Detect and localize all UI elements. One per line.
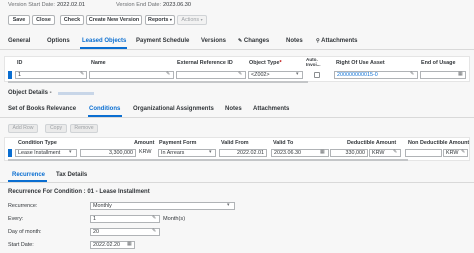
col-right-of-use-asset: Right Of Use Asset	[336, 60, 385, 66]
payment-form-input[interactable]: In Arrears	[158, 149, 216, 157]
recurrence-section-title: Recurrence For Condition : 01 - Lease In…	[8, 189, 150, 195]
tab-changes[interactable]: ✎ Changes	[238, 38, 269, 44]
tab-set-of-books[interactable]: Set of Books Relevance	[8, 106, 76, 112]
dropdown-icon[interactable]: ▾	[69, 149, 72, 155]
tab-tax-details[interactable]: Tax Details	[56, 172, 87, 178]
version-end-label: Version End Date:	[116, 2, 162, 8]
sub-tabs-divider	[0, 117, 474, 118]
auto-invoice-checkbox[interactable]	[314, 72, 320, 78]
recurrence-select[interactable]: Monthly	[90, 202, 235, 210]
non-deductible-amount-input[interactable]	[405, 149, 442, 157]
close-button[interactable]: Close	[32, 15, 55, 25]
horizontal-scrollbar[interactable]	[8, 81, 308, 83]
save-button[interactable]: Save	[8, 15, 30, 25]
amount-currency: KRW	[139, 149, 152, 155]
col-valid-to: Valid To	[273, 140, 294, 146]
dropdown-icon[interactable]: ▾	[296, 71, 299, 77]
tab-attachments[interactable]: ⚲ Attachments	[316, 38, 357, 44]
col-amount: Amount	[134, 140, 155, 146]
row-selector[interactable]	[8, 149, 12, 157]
external-ref-input[interactable]	[176, 71, 246, 79]
value-help-icon[interactable]: ✎	[393, 149, 397, 155]
chevron-down-icon: ▾	[200, 17, 203, 22]
valid-from-input[interactable]: 2022.02.01	[219, 149, 267, 157]
tab-conditions[interactable]: Conditions	[89, 106, 120, 112]
tab-changes-label: Changes	[243, 38, 270, 44]
active-subtab-indicator	[88, 115, 122, 117]
tab-organizational-assignments[interactable]: Organizational Assignments	[133, 106, 214, 112]
tab-leased-objects[interactable]: Leased Objects	[82, 38, 126, 44]
calendar-icon[interactable]: ▦	[127, 241, 132, 247]
value-help-icon[interactable]: ✎	[166, 71, 170, 77]
calendar-icon[interactable]: ▦	[320, 149, 325, 155]
col-end-of-usage: End of Usage	[421, 60, 456, 66]
col-auto-invoice: Auto. Invoi...	[306, 57, 321, 67]
right-of-use-asset-input[interactable]: 200000000015-0	[334, 71, 418, 79]
every-input[interactable]: 1	[90, 215, 160, 223]
value-help-icon[interactable]: ✎	[152, 228, 156, 234]
every-label: Every:	[8, 216, 24, 222]
tab-general[interactable]: General	[8, 38, 30, 44]
value-help-icon[interactable]: ✎	[80, 71, 84, 77]
changes-icon: ✎	[238, 38, 243, 44]
col-payment-form: Payment Form	[159, 140, 197, 146]
add-row-button[interactable]: Add Row	[8, 124, 38, 133]
paperclip-icon: ⚲	[316, 38, 320, 44]
version-end-value: 2023.06.30	[163, 2, 191, 8]
value-help-icon[interactable]: ✎	[410, 71, 414, 77]
tab-versions[interactable]: Versions	[201, 38, 226, 44]
object-type-input[interactable]: <Z002>	[248, 71, 303, 79]
actions-button[interactable]: Actions ▾	[177, 15, 207, 25]
version-start-value: 2022.02.01	[57, 2, 85, 8]
chevron-down-icon: ▾	[169, 17, 172, 22]
tab-payment-schedule[interactable]: Payment Schedule	[136, 38, 189, 44]
object-details-blurred	[58, 92, 94, 95]
amount-input[interactable]: 3,300,000	[80, 149, 136, 157]
value-help-icon[interactable]: ✎	[152, 215, 156, 221]
main-tabs-divider	[0, 49, 474, 50]
tab-attachments-label: Attachments	[321, 38, 358, 44]
dropdown-icon[interactable]: ▾	[209, 149, 212, 155]
tab-notes[interactable]: Notes	[286, 38, 303, 44]
value-help-icon[interactable]: ✎	[238, 71, 242, 77]
col-condition-type: Condition Type	[18, 140, 57, 146]
dropdown-icon[interactable]: ▾	[227, 202, 230, 208]
day-of-month-label: Day of month:	[8, 229, 42, 235]
actions-label: Actions	[181, 17, 200, 23]
calendar-icon[interactable]: ▦	[458, 71, 463, 77]
col-name: Name	[91, 60, 106, 66]
reports-label: Reports	[148, 17, 169, 23]
tab-recurrence[interactable]: Recurrence	[12, 172, 45, 178]
deductible-amount-input[interactable]: 330,000	[330, 149, 368, 157]
col-non-deductible-amount: Non Deductible Amount	[408, 140, 470, 146]
condition-type-input[interactable]: Lease Installment	[15, 149, 77, 157]
col-deductible-amount: Deductible Amount	[347, 140, 397, 146]
start-date-label: Start Date:	[8, 242, 34, 248]
tab-options[interactable]: Options	[47, 38, 70, 44]
col-id: ID	[17, 60, 23, 66]
horizontal-scrollbar[interactable]	[8, 159, 408, 161]
version-start-label: Version Start Date:	[8, 2, 55, 8]
object-details-label: Object Details -	[8, 90, 52, 96]
col-external-ref: External Reference ID	[177, 60, 233, 66]
detail-tabs-divider	[0, 182, 474, 183]
value-help-icon[interactable]: ✎	[461, 149, 465, 155]
recurrence-label: Recurrence:	[8, 203, 38, 209]
remove-button[interactable]: Remove	[70, 124, 98, 133]
every-unit: Month(s)	[163, 216, 186, 222]
object-id-input[interactable]: 1	[15, 71, 87, 79]
reports-button[interactable]: Reports ▾	[145, 15, 175, 25]
create-new-version-button[interactable]: Create New Version	[86, 15, 142, 25]
row-selector[interactable]	[8, 71, 12, 79]
col-valid-from: Valid From	[221, 140, 249, 146]
check-button[interactable]: Check	[60, 15, 84, 25]
tab-notes-sub[interactable]: Notes	[225, 106, 242, 112]
day-of-month-input[interactable]: 20	[90, 228, 160, 236]
tab-attachments-sub[interactable]: Attachments	[253, 106, 289, 112]
active-detail-tab-indicator	[8, 180, 47, 182]
object-name-input[interactable]	[89, 71, 174, 79]
col-object-type: Object Type*	[249, 60, 282, 66]
active-tab-indicator	[80, 47, 127, 49]
copy-button[interactable]: Copy	[45, 124, 67, 133]
